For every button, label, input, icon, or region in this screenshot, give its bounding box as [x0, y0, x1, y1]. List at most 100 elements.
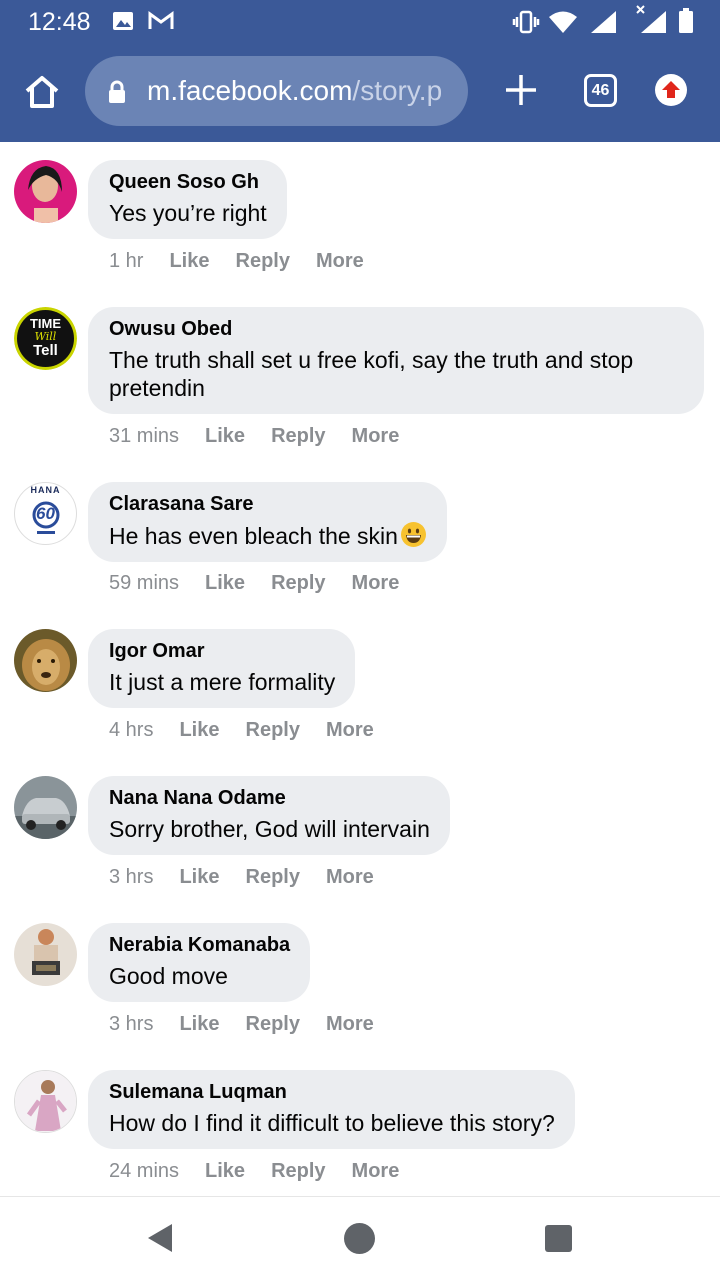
home-icon[interactable] [22, 74, 62, 110]
comment-actions: 3 hrs Like Reply More [109, 866, 400, 889]
comment-text: How do I find it difficult to believe th… [109, 1110, 555, 1136]
comment-actions: 1 hr Like Reply More [109, 250, 390, 273]
url-text: m.facebook.com/story.p [147, 75, 442, 107]
grinning-emoji-icon [400, 522, 426, 547]
comment-actions: 31 mins Like Reply More [109, 425, 425, 448]
avatar-logo-bottom: Tell [33, 342, 58, 359]
avatar-image [14, 923, 77, 986]
comment-author[interactable]: Nana Nana Odame [109, 787, 430, 809]
comment-text: The truth shall set u free kofi, say the… [109, 347, 634, 401]
comment-text: Sorry brother, God will intervain [109, 816, 430, 842]
avatar-image [14, 776, 77, 839]
like-button[interactable]: Like [179, 719, 219, 741]
lock-icon [109, 80, 125, 103]
avatar-image [15, 1071, 76, 1132]
reply-button[interactable]: Reply [246, 866, 300, 888]
reply-button[interactable]: Reply [236, 250, 290, 272]
status-bar: 12:48 [0, 0, 720, 44]
upload-icon [662, 81, 680, 98]
comment-time[interactable]: 24 mins [109, 1160, 179, 1182]
reply-button[interactable]: Reply [246, 1013, 300, 1035]
back-icon[interactable] [146, 1223, 174, 1253]
reply-button[interactable]: Reply [271, 1160, 325, 1182]
comment-bubble: Clarasana Sare He has even bleach the sk… [88, 482, 447, 562]
like-button[interactable]: Like [205, 572, 245, 594]
reply-button[interactable]: Reply [271, 572, 325, 594]
like-button[interactable]: Like [205, 425, 245, 447]
signal-x-icon [636, 5, 666, 33]
avatar-badge-arc: HANA [30, 485, 61, 495]
more-button[interactable]: More [326, 1013, 374, 1035]
wifi-icon [549, 11, 577, 33]
more-button[interactable]: More [352, 1160, 400, 1182]
avatar[interactable] [14, 923, 77, 986]
comment-text: He has even bleach the skin [109, 521, 427, 550]
comment-bubble: Nana Nana Odame Sorry brother, God will … [88, 776, 450, 855]
comment-actions: 59 mins Like Reply More [109, 572, 425, 595]
comment-time[interactable]: 3 hrs [109, 866, 153, 888]
upload-button[interactable] [655, 74, 687, 106]
comment-time[interactable]: 31 mins [109, 425, 179, 447]
comment-author[interactable]: Owusu Obed [109, 318, 684, 340]
comment-author[interactable]: Igor Omar [109, 640, 335, 662]
avatar-image [14, 629, 77, 692]
image-icon [113, 12, 133, 30]
url-bar[interactable]: m.facebook.com/story.p [85, 56, 468, 126]
more-button[interactable]: More [352, 572, 400, 594]
more-button[interactable]: More [326, 719, 374, 741]
comment-bubble: Igor Omar It just a mere formality [88, 629, 356, 708]
comment-author[interactable]: Nerabia Komanaba [109, 934, 290, 956]
avatar-logo-top: TIME [29, 316, 62, 331]
comment-author[interactable]: Clarasana Sare [109, 493, 427, 515]
tabs-button[interactable]: 46 [584, 74, 617, 107]
comment-actions: 24 mins Like Reply More [109, 1160, 425, 1183]
battery-icon [679, 8, 693, 33]
reply-button[interactable]: Reply [246, 719, 300, 741]
comment-bubble: Sulemana Luqman How do I find it difficu… [88, 1070, 575, 1149]
comment-text: It just a mere formality [109, 669, 336, 695]
browser-header: 12:48 m.facebook.com/story.p 46 [0, 0, 720, 142]
comment-time[interactable]: 1 hr [109, 250, 143, 272]
like-button[interactable]: Like [169, 250, 209, 272]
vibrate-icon [512, 10, 540, 34]
avatar-logo-text: TIME Will Tell [14, 317, 77, 359]
comment-bubble: Owusu Obed The truth shall set u free ko… [88, 307, 704, 414]
plus-icon[interactable] [503, 72, 539, 108]
system-nav-bar [0, 1196, 720, 1280]
avatar[interactable] [14, 160, 77, 223]
avatar[interactable]: HANA 60 [14, 482, 77, 545]
gmail-icon [148, 11, 174, 29]
like-button[interactable]: Like [179, 866, 219, 888]
comment-actions: 3 hrs Like Reply More [109, 1013, 400, 1036]
avatar[interactable] [14, 1070, 77, 1133]
comment-text: Yes you’re right [109, 200, 267, 226]
more-button[interactable]: More [352, 425, 400, 447]
comment-text: Good move [109, 963, 228, 989]
more-button[interactable]: More [316, 250, 364, 272]
comment-author[interactable]: Sulemana Luqman [109, 1081, 555, 1103]
recents-icon[interactable] [545, 1225, 572, 1252]
like-button[interactable]: Like [179, 1013, 219, 1035]
comment-author[interactable]: Queen Soso Gh [109, 171, 267, 193]
more-button[interactable]: More [326, 866, 374, 888]
like-button[interactable]: Like [205, 1160, 245, 1182]
comment-text-content: He has even bleach the skin [109, 523, 398, 549]
avatar-image [14, 160, 77, 223]
home-circle-icon[interactable] [344, 1223, 375, 1254]
url-path: /story.p [352, 75, 443, 106]
reply-button[interactable]: Reply [271, 425, 325, 447]
comment-time[interactable]: 59 mins [109, 572, 179, 594]
comment-bubble: Queen Soso Gh Yes you’re right [88, 160, 287, 239]
status-time: 12:48 [28, 8, 91, 36]
comment-bubble: Nerabia Komanaba Good move [88, 923, 311, 1002]
avatar-badge-number: 60 [36, 504, 55, 523]
signal-icon [591, 11, 616, 33]
comment-actions: 4 hrs Like Reply More [109, 719, 400, 742]
url-host: m.facebook.com [147, 75, 353, 106]
avatar[interactable] [14, 629, 77, 692]
address-bar-row: m.facebook.com/story.p 46 [0, 44, 720, 142]
avatar[interactable]: TIME Will Tell [14, 307, 77, 370]
comment-time[interactable]: 3 hrs [109, 1013, 153, 1035]
comment-time[interactable]: 4 hrs [109, 719, 153, 741]
avatar[interactable] [14, 776, 77, 839]
